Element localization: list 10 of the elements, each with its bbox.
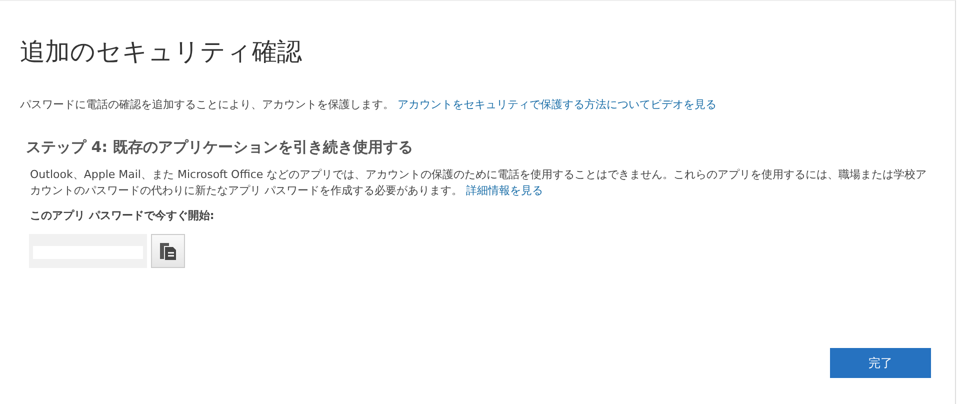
step-description: Outlook、Apple Mail、また Microsoft Office などのアプリでは、アカウントの保護のために電話を使用することはできません。これらのアプリを使用するには、職場または学校アカウントのパスワードの代わりに新たなアプリ パスワードを作成する必要があります。 詳細情報を見る bbox=[30, 167, 928, 199]
details-link[interactable]: 詳細情報を見る bbox=[466, 184, 543, 197]
video-link[interactable]: アカウントをセキュリティで保護する方法についてビデオを見る bbox=[398, 98, 716, 111]
password-label: このアプリ パスワードで今すぐ開始: bbox=[30, 208, 216, 223]
step-heading: ステップ 4: 既存のアプリケーションを引き続き使用する bbox=[26, 138, 414, 157]
page-title: 追加のセキュリティ確認 bbox=[20, 36, 303, 68]
copy-button[interactable] bbox=[151, 234, 185, 268]
copy-icon bbox=[158, 241, 178, 261]
intro-text: パスワードに電話の確認を追加することにより、アカウントを保護します。 アカウントをセキュリティで保護する方法についてビデオを見る bbox=[20, 97, 718, 112]
done-button[interactable]: 完了 bbox=[830, 348, 931, 378]
